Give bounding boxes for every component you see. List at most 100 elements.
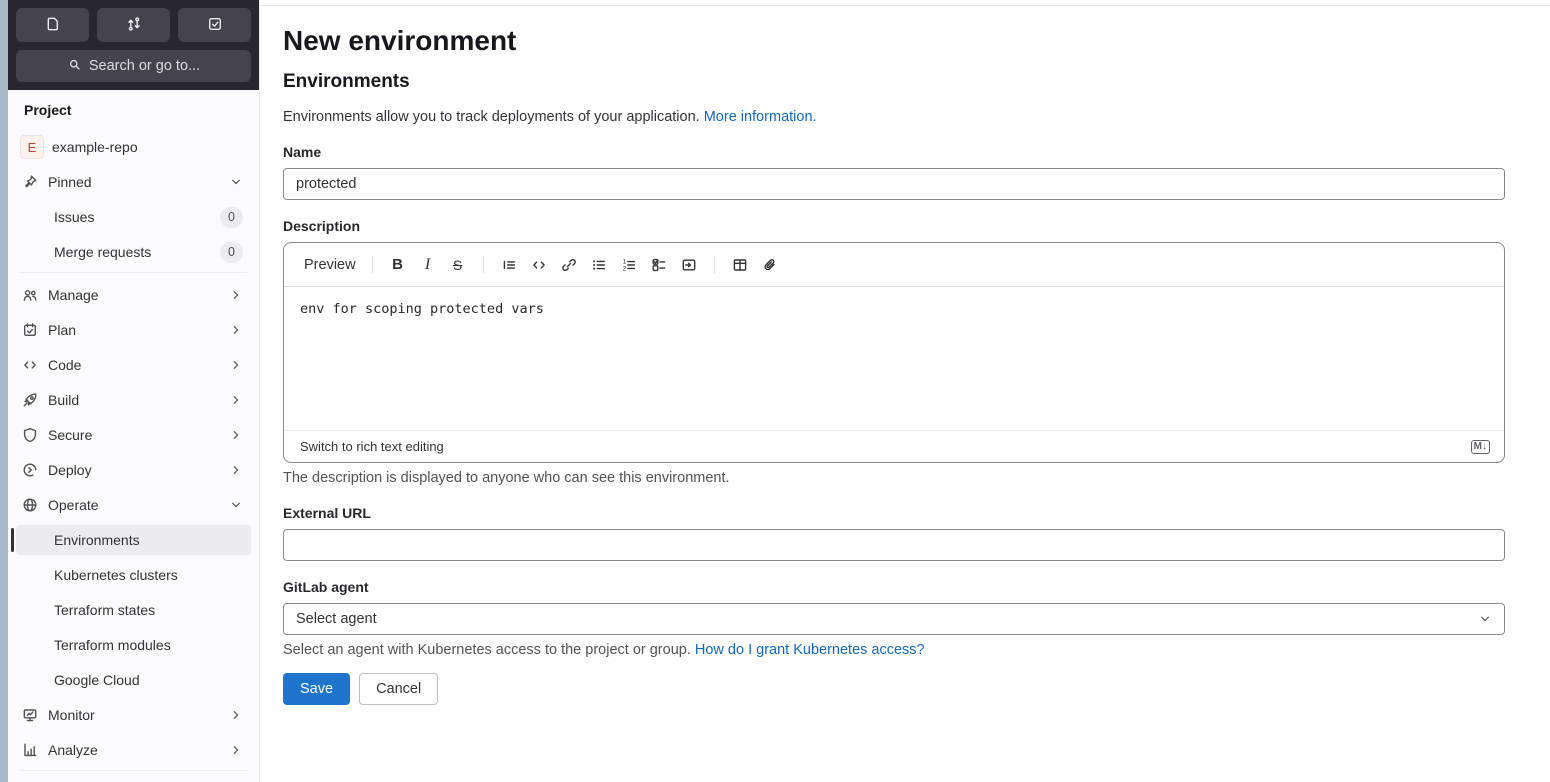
sidebar-item-environments[interactable]: Environments	[11, 525, 251, 555]
monitor-icon	[22, 707, 38, 723]
todo-checkmark-icon	[207, 16, 223, 35]
cancel-button[interactable]: Cancel	[359, 673, 439, 705]
section-heading: Environments	[283, 71, 410, 92]
shield-icon	[22, 427, 38, 443]
sidebar-item-analyze[interactable]: Analyze	[16, 735, 251, 765]
sidebar-item-terraform-modules[interactable]: Terraform modules	[16, 630, 251, 660]
sidebar-item-terraform-states[interactable]: Terraform states	[16, 595, 251, 625]
switch-to-rich-text-button[interactable]: Switch to rich text editing	[300, 439, 444, 454]
issues-icon	[45, 16, 61, 35]
bold-icon[interactable]: B	[384, 251, 412, 279]
collapsible-section-icon[interactable]	[675, 251, 703, 279]
preview-button[interactable]: Preview	[298, 257, 362, 273]
agent-select-value: Select agent	[296, 611, 377, 627]
sidebar-item-deploy[interactable]: Deploy	[16, 455, 251, 485]
markdown-icon: M↓	[1470, 439, 1490, 454]
sidebar-item-build[interactable]: Build	[16, 385, 251, 415]
page-title: New environment	[283, 25, 517, 56]
toolbar-divider	[713, 256, 715, 273]
save-button[interactable]: Save	[283, 673, 351, 705]
search-input[interactable]: Search or go to...	[16, 50, 251, 82]
merge-request-icon	[126, 16, 142, 35]
code-icon[interactable]	[525, 251, 553, 279]
task-list-icon[interactable]	[645, 251, 673, 279]
table-icon[interactable]	[726, 251, 754, 279]
sidebar-divider	[20, 770, 247, 771]
chevron-right-icon	[229, 358, 243, 372]
sidebar-dark-header: Search or go to...	[8, 0, 259, 90]
italic-icon[interactable]: I	[414, 251, 442, 279]
main-content: New environment Environments Environment…	[260, 0, 1550, 782]
attach-file-icon[interactable]	[756, 251, 784, 279]
chevron-right-icon	[229, 393, 243, 407]
content-top-border	[260, 0, 1550, 6]
sidebar-item-merge-requests[interactable]: Merge requests 0	[16, 237, 251, 267]
search-placeholder: Search or go to...	[88, 58, 201, 74]
name-label: Name	[283, 144, 322, 160]
toolbar-divider	[482, 256, 484, 273]
link-icon[interactable]	[555, 251, 583, 279]
sidebar-divider	[20, 272, 247, 273]
markdown-toolbar: Preview B I S 12	[284, 243, 1504, 287]
project-avatar: E	[20, 135, 44, 159]
description-textarea[interactable]: env for scoping protected vars	[284, 287, 1504, 430]
bullet-list-icon[interactable]	[585, 251, 613, 279]
ordered-list-icon[interactable]: 12	[615, 251, 643, 279]
globe-icon	[22, 497, 38, 513]
sidebar-item-kubernetes-clusters[interactable]: Kubernetes clusters	[16, 560, 251, 590]
sidebar-item-issues[interactable]: Issues 0	[16, 202, 251, 232]
rocket-icon	[22, 392, 38, 408]
merge-requests-count-badge: 0	[220, 241, 243, 263]
chevron-down-icon	[1478, 612, 1492, 626]
description-help-text: The description is displayed to anyone w…	[283, 470, 730, 486]
pin-icon	[22, 174, 38, 190]
sidebar-item-manage[interactable]: Manage	[16, 280, 251, 310]
sidebar: Search or go to... Project E example-rep…	[8, 0, 260, 782]
issues-count-badge: 0	[220, 206, 243, 228]
chevron-right-icon	[229, 323, 243, 337]
deploy-icon	[22, 462, 38, 478]
todo-list-shortcut-button[interactable]	[178, 8, 251, 42]
editor-footer: Switch to rich text editing M↓	[284, 430, 1504, 462]
svg-text:2: 2	[622, 265, 626, 272]
kubernetes-access-link[interactable]: How do I grant Kubernetes access?	[695, 642, 925, 658]
sidebar-item-monitor[interactable]: Monitor	[16, 700, 251, 730]
sidebar-item-project[interactable]: E example-repo	[16, 132, 251, 162]
sidebar-item-code[interactable]: Code	[16, 350, 251, 380]
chevron-right-icon	[229, 428, 243, 442]
project-section-label: Project	[24, 102, 72, 118]
project-name: example-repo	[52, 139, 138, 155]
agent-select[interactable]: Select agent	[283, 603, 1505, 635]
code-brackets-icon	[22, 357, 38, 373]
issues-shortcut-button[interactable]	[16, 8, 89, 42]
intro-text: Environments allow you to track deployme…	[283, 109, 817, 125]
agent-help-text: Select an agent with Kubernetes access t…	[283, 642, 925, 658]
blockquote-icon[interactable]	[495, 251, 523, 279]
toolbar-divider	[371, 256, 373, 273]
sidebar-item-google-cloud[interactable]: Google Cloud	[16, 665, 251, 695]
sidebar-item-pinned[interactable]: Pinned	[16, 167, 251, 197]
chevron-down-icon	[229, 498, 243, 512]
search-icon	[67, 57, 82, 76]
markdown-editor: Preview B I S 12 env for scoping protect…	[283, 242, 1505, 463]
chevron-right-icon	[229, 288, 243, 302]
external-url-label: External URL	[283, 505, 371, 521]
chart-icon	[22, 742, 38, 758]
sidebar-item-operate[interactable]: Operate	[16, 490, 251, 520]
more-information-link[interactable]: More information.	[704, 109, 817, 125]
strikethrough-icon[interactable]: S	[444, 251, 472, 279]
description-label: Description	[283, 218, 361, 234]
sidebar-item-plan[interactable]: Plan	[16, 315, 251, 345]
chevron-down-icon	[229, 175, 243, 189]
external-url-input[interactable]	[283, 529, 1505, 561]
sidebar-item-secure[interactable]: Secure	[16, 420, 251, 450]
merge-requests-shortcut-button[interactable]	[97, 8, 170, 42]
app-window: Search or go to... Project E example-rep…	[0, 0, 1550, 782]
chevron-right-icon	[229, 708, 243, 722]
users-icon	[22, 287, 38, 303]
name-input[interactable]	[283, 168, 1505, 200]
gitlab-agent-label: GitLab agent	[283, 579, 369, 595]
form-actions: Save Cancel	[283, 673, 1505, 705]
shortcut-row	[16, 8, 251, 42]
chevron-right-icon	[229, 743, 243, 757]
